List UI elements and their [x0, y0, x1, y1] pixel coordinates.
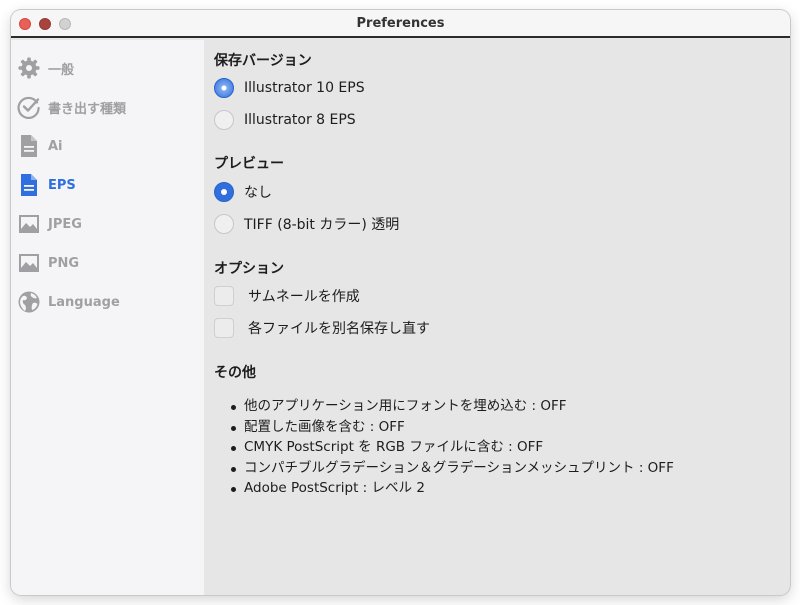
option-label: 各ファイルを別名保存し直す [248, 321, 430, 337]
option-label: Illustrator 8 EPS [244, 112, 356, 128]
title-bar: Preferences [11, 10, 790, 38]
other-settings-list: 他のアプリケーション用にフォントを埋め込む : OFF 配置した画像を含む : … [231, 396, 674, 499]
section-title-other: その他 [214, 365, 256, 381]
checkbox[interactable] [214, 286, 234, 306]
sidebar-item-label: EPS [48, 177, 76, 193]
option-label: サムネールを作成 [248, 289, 360, 305]
option-label: Illustrator 10 EPS [244, 80, 365, 96]
globe-icon [16, 289, 42, 315]
sidebar-item-label: 書き出す種類 [48, 101, 127, 117]
radio-illustrator-10-eps[interactable]: Illustrator 10 EPS [214, 76, 365, 100]
preferences-window: Preferences 一般 書き出す種類 Ai EPS JPEG PNG La… [11, 10, 790, 595]
sidebar-item-label: JPEG [48, 216, 82, 232]
document-icon [16, 133, 42, 159]
sidebar-item-label: 一般 [48, 62, 75, 78]
option-label: TIFF (8-bit カラー) 透明 [244, 217, 400, 233]
sidebar-item-general[interactable]: 一般 [16, 52, 196, 84]
sidebar: 一般 書き出す種類 Ai EPS JPEG PNG Language [11, 40, 204, 595]
checkbox[interactable] [214, 318, 234, 338]
image-icon [16, 211, 42, 237]
list-item: コンパチブルグラデーション＆グラデーションメッシュプリント : OFF [231, 458, 674, 479]
radio-button[interactable] [214, 78, 234, 98]
sidebar-item-png[interactable]: PNG [16, 247, 196, 279]
sidebar-item-jpeg[interactable]: JPEG [16, 208, 196, 240]
sidebar-item-export-types[interactable]: 書き出す種類 [16, 91, 196, 123]
section-title-preview: プレビュー [214, 156, 284, 172]
radio-preview-none[interactable]: なし [214, 180, 272, 204]
radio-button[interactable] [214, 182, 234, 202]
list-item: CMYK PostScript を RGB ファイルに含む : OFF [231, 437, 674, 458]
sidebar-item-label: Ai [48, 138, 63, 154]
window-title: Preferences [356, 16, 445, 31]
gear-icon [16, 55, 42, 81]
checkbox-resave-each-file[interactable]: 各ファイルを別名保存し直す [214, 316, 430, 340]
sidebar-item-label: Language [48, 294, 120, 310]
list-item: 他のアプリケーション用にフォントを埋め込む : OFF [231, 396, 674, 417]
list-item: Adobe PostScript : レベル 2 [231, 478, 674, 499]
sidebar-item-language[interactable]: Language [16, 286, 196, 318]
radio-button[interactable] [214, 214, 234, 234]
document-icon [16, 172, 42, 198]
list-item: 配置した画像を含む : OFF [231, 417, 674, 438]
sidebar-item-eps[interactable]: EPS [16, 169, 196, 201]
sidebar-item-ai[interactable]: Ai [16, 130, 196, 162]
section-title-options: オプション [214, 261, 284, 277]
section-title-save-version: 保存バージョン [214, 53, 312, 69]
radio-preview-tiff[interactable]: TIFF (8-bit カラー) 透明 [214, 212, 399, 236]
checkbox-create-thumbnail[interactable]: サムネールを作成 [214, 284, 360, 308]
radio-button[interactable] [214, 110, 234, 130]
radio-illustrator-8-eps[interactable]: Illustrator 8 EPS [214, 108, 356, 132]
sidebar-item-label: PNG [48, 255, 80, 271]
image-icon [16, 250, 42, 276]
option-label: なし [244, 185, 272, 201]
checkmark-circle-icon [16, 94, 42, 120]
eps-settings-panel: 保存バージョン Illustrator 10 EPS Illustrator 8… [204, 40, 790, 595]
